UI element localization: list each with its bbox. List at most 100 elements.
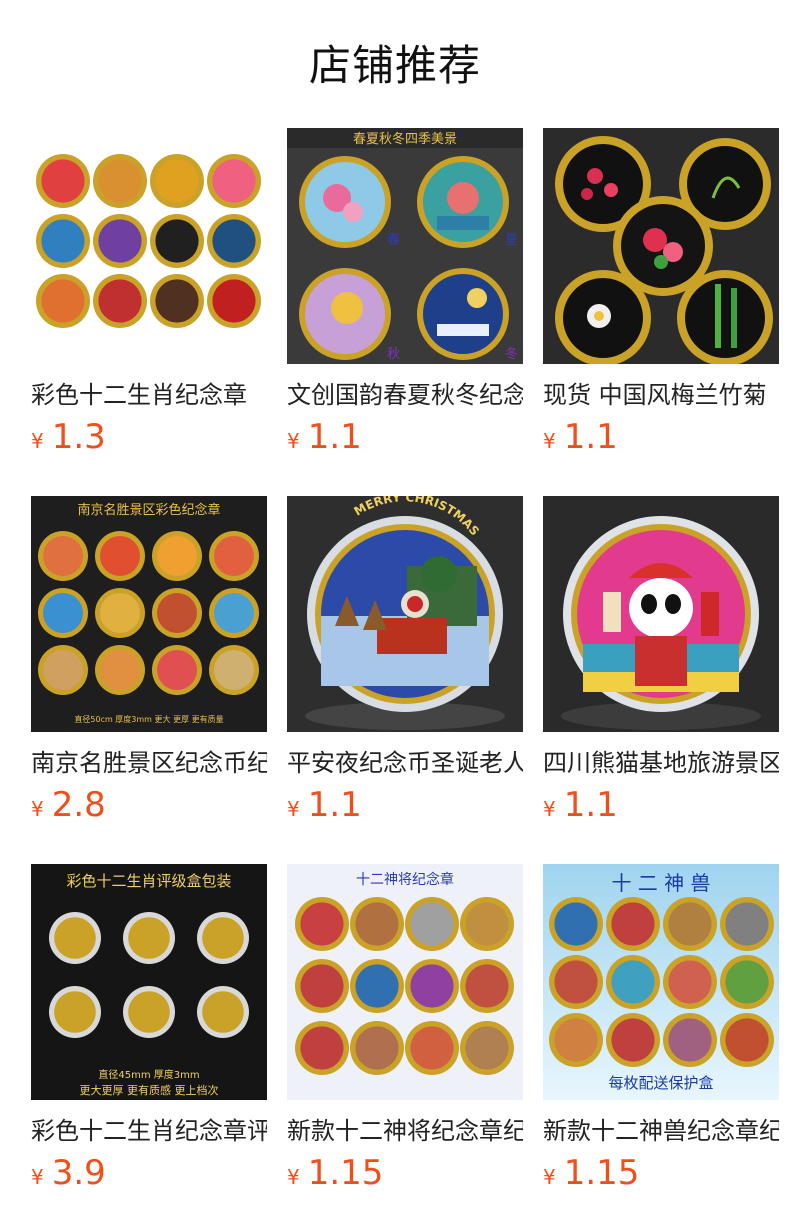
product-price: ¥1.1 [543, 784, 618, 826]
coin-face [668, 902, 712, 946]
product-card[interactable]: 彩色十二生肖评级盒包装 直径45mm 厚度3mm 更大更厚 更有质感 更上档次 … [31, 864, 267, 1232]
page-title: 店铺推荐 [308, 41, 481, 90]
price-value: 1.15 [563, 1153, 640, 1193]
coin-face [554, 960, 598, 1004]
price-value: 3.9 [51, 1153, 106, 1193]
price-value: 1.1 [307, 785, 362, 825]
product-title[interactable]: 南京名胜景区纪念币纪 [31, 746, 267, 780]
coin-face [668, 960, 712, 1004]
coin-face [410, 1026, 454, 1070]
currency-symbol: ¥ [287, 429, 300, 453]
image-banner-text: 春夏秋冬四季美景 [353, 131, 457, 147]
coin-face [355, 964, 399, 1008]
product-card[interactable]: 春夏秋冬四季美景 春 夏 秋 冬 文创国韵春夏秋冬纪念 ¥1.1 [287, 128, 523, 496]
product-image[interactable]: 南京名胜景区彩色纪念章 直径50cm 厚度3mm 更大 更厚 更有质量 [31, 496, 267, 732]
coin-face [725, 902, 769, 946]
image-banner-text: 十 二 神 兽 [611, 871, 710, 895]
price-value: 2.8 [51, 785, 106, 825]
coin-face [100, 536, 140, 576]
coin-face [668, 1018, 712, 1062]
product-title[interactable]: 彩色十二生肖纪念章 [31, 378, 267, 412]
coin-face [410, 964, 454, 1008]
currency-symbol: ¥ [543, 429, 556, 453]
coin-face [155, 279, 199, 323]
coin-face [202, 991, 244, 1033]
product-image[interactable]: 十二神将纪念章 [287, 864, 523, 1100]
coin-face [214, 536, 254, 576]
product-grid: 彩色十二生肖纪念章 ¥1.3 春夏秋冬四季美景 春 夏 秋 冬 文创国韵春夏秋冬… [31, 128, 779, 1232]
product-price: ¥3.9 [31, 1152, 106, 1194]
coin-face [43, 650, 83, 690]
product-price: ¥1.15 [287, 1152, 383, 1194]
product-card[interactable]: 十 二 神 兽 每枚配送保护盒 新款十二神兽纪念章纪 ¥1.15 [543, 864, 779, 1232]
coin-face [98, 219, 142, 263]
product-image[interactable] [31, 128, 267, 364]
season-label: 夏 [505, 233, 518, 248]
product-title[interactable]: 四川熊猫基地旅游景区 [543, 746, 779, 780]
currency-symbol: ¥ [31, 429, 44, 453]
coin-face [128, 917, 170, 959]
coin-face [100, 650, 140, 690]
image-spec-text: 直径45mm 厚度3mm [98, 1068, 199, 1081]
coin-face [41, 159, 85, 203]
product-title[interactable]: 新款十二神将纪念章纪 [287, 1114, 523, 1148]
coin-face [155, 159, 199, 203]
coin-face [54, 917, 96, 959]
currency-symbol: ¥ [543, 1165, 556, 1189]
currency-symbol: ¥ [287, 797, 300, 821]
coin-face [157, 593, 197, 633]
currency-symbol: ¥ [287, 1165, 300, 1189]
product-card[interactable]: 彩色十二生肖纪念章 ¥1.3 [31, 128, 267, 496]
coin-face [212, 219, 256, 263]
coin-face [725, 960, 769, 1004]
coin-face [98, 159, 142, 203]
product-card[interactable]: 十二神将纪念章 新款十二神将纪念章纪 ¥1.15 [287, 864, 523, 1232]
product-card[interactable]: MERRY CHRISTMAS 平安夜纪念币圣诞老人 ¥1.1 [287, 496, 523, 864]
coin-face [465, 964, 509, 1008]
product-image[interactable]: 春夏秋冬四季美景 春 夏 秋 冬 [287, 128, 523, 364]
image-banner-text: 彩色十二生肖评级盒包装 [66, 872, 231, 890]
coin-face [157, 536, 197, 576]
coin-face [54, 991, 96, 1033]
coin-face [554, 1018, 598, 1062]
product-title[interactable]: 文创国韵春夏秋冬纪念 [287, 378, 523, 412]
product-price: ¥1.1 [287, 416, 362, 458]
product-image[interactable]: 十 二 神 兽 每枚配送保护盒 [543, 864, 779, 1100]
coin-face [100, 593, 140, 633]
coin-face [465, 902, 509, 946]
product-title[interactable]: 彩色十二生肖纪念章评 [31, 1114, 267, 1148]
product-image[interactable]: 彩色十二生肖评级盒包装 直径45mm 厚度3mm 更大更厚 更有质感 更上档次 [31, 864, 267, 1100]
product-title[interactable]: 平安夜纪念币圣诞老人 [287, 746, 523, 780]
coin-face [212, 159, 256, 203]
product-title[interactable]: 现货 中国风梅兰竹菊 [543, 378, 779, 412]
coin-face [554, 902, 598, 946]
coin-face [212, 279, 256, 323]
currency-symbol: ¥ [31, 1165, 44, 1189]
season-label: 冬 [505, 346, 518, 362]
product-price: ¥1.1 [543, 416, 618, 458]
coin-face [214, 650, 254, 690]
season-label: 春 [387, 233, 400, 248]
product-title[interactable]: 新款十二神兽纪念章纪 [543, 1114, 779, 1148]
price-value: 1.1 [307, 417, 362, 457]
coin-face [465, 1026, 509, 1070]
season-label: 秋 [387, 347, 400, 362]
price-value: 1.15 [307, 1153, 384, 1193]
coin-face [355, 902, 399, 946]
product-image[interactable] [543, 496, 779, 732]
product-price: ¥1.1 [287, 784, 362, 826]
coin-face [300, 964, 344, 1008]
product-image[interactable]: MERRY CHRISTMAS [287, 496, 523, 732]
coin-face [410, 902, 454, 946]
currency-symbol: ¥ [543, 797, 556, 821]
product-card[interactable]: 现货 中国风梅兰竹菊 ¥1.1 [543, 128, 779, 496]
coin-face [43, 593, 83, 633]
coin-face [355, 1026, 399, 1070]
image-footer-text: 直径50cm 厚度3mm 更大 更厚 更有质量 [74, 714, 223, 724]
coin-face [214, 593, 254, 633]
product-image[interactable] [543, 128, 779, 364]
product-card[interactable]: 南京名胜景区彩色纪念章 直径50cm 厚度3mm 更大 更厚 更有质量 南京名胜… [31, 496, 267, 864]
coin-face [611, 1018, 655, 1062]
product-card[interactable]: 四川熊猫基地旅游景区 ¥1.1 [543, 496, 779, 864]
coin-face [98, 279, 142, 323]
